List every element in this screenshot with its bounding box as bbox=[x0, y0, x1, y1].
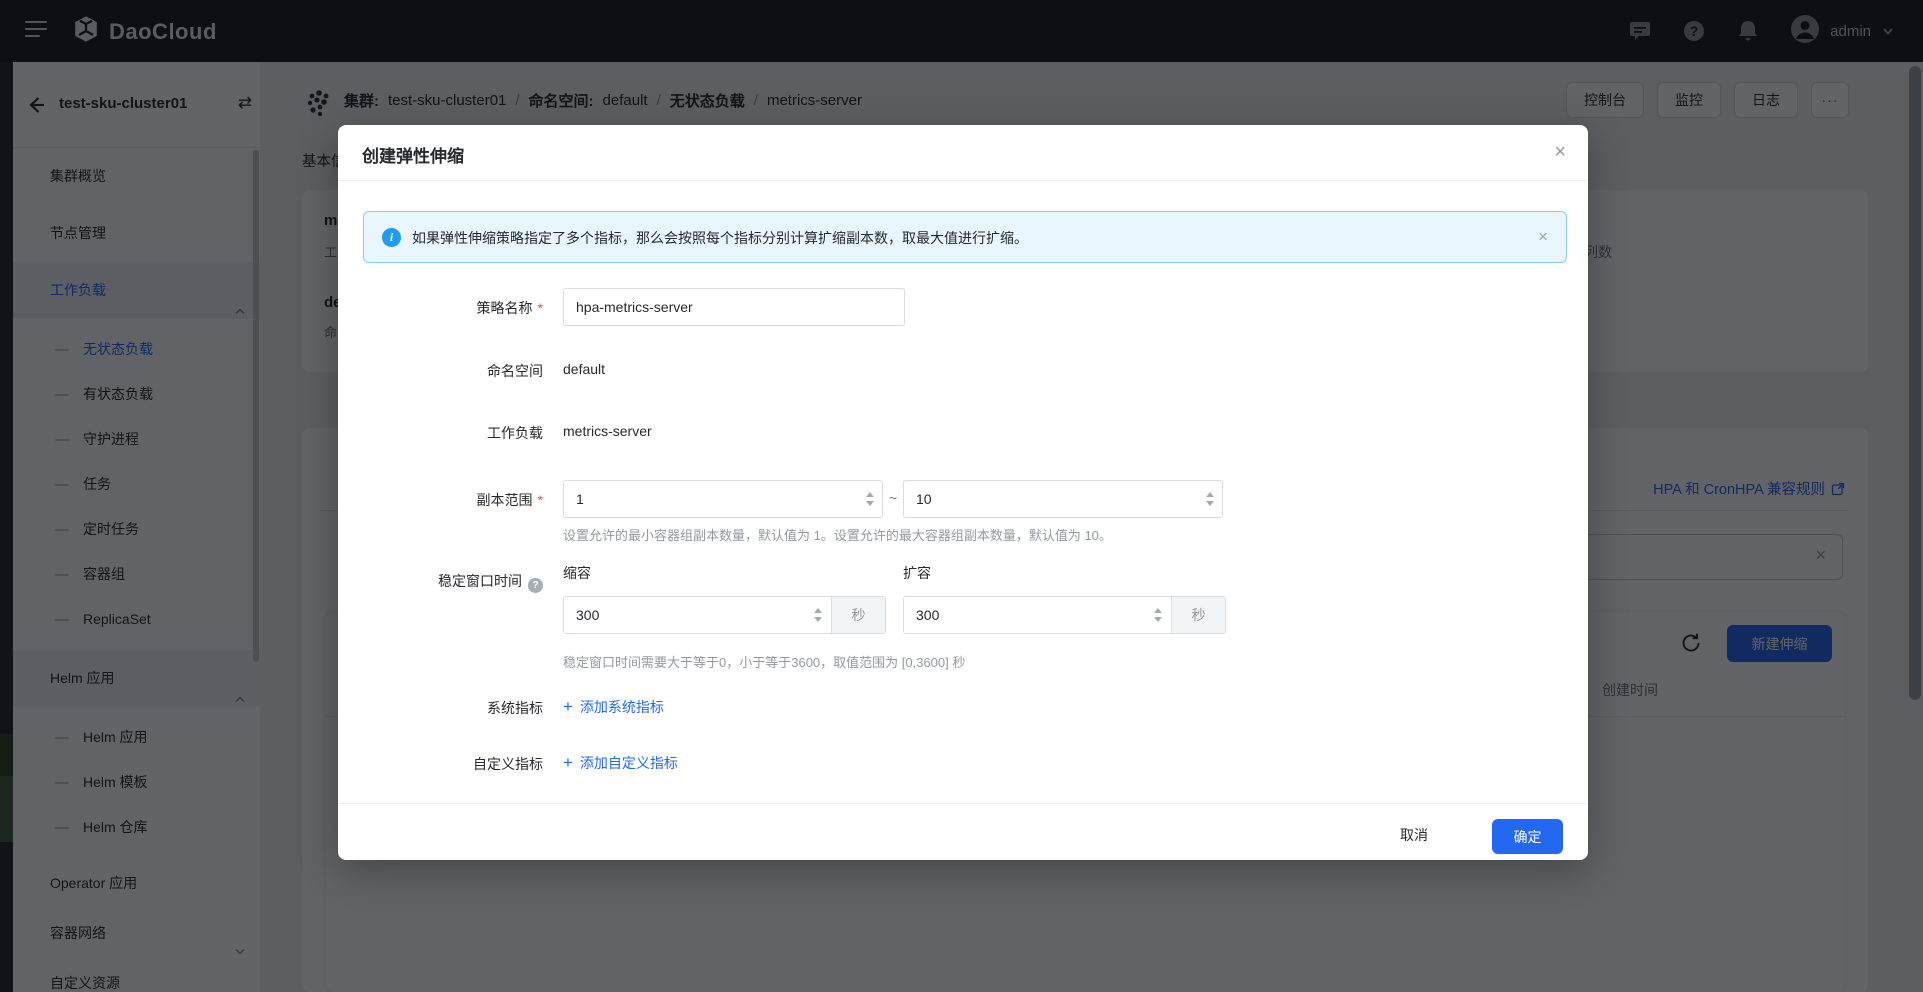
stepper-icons[interactable] bbox=[866, 492, 874, 506]
stepper-icons[interactable] bbox=[1206, 492, 1214, 506]
stable-window-label: 稳定窗口时间? bbox=[362, 571, 543, 593]
plus-icon: + bbox=[563, 700, 573, 714]
screen: DaoCloud ? admin bbox=[0, 0, 1923, 992]
info-banner: i 如果弹性伸缩策略指定了多个指标，那么会按照每个指标分别计算扩缩副本数，取最大… bbox=[363, 211, 1567, 263]
replica-min-field bbox=[563, 480, 883, 518]
help-circle-icon[interactable]: ? bbox=[528, 578, 543, 593]
replica-max-input[interactable] bbox=[903, 480, 1223, 518]
required-asterisk: * bbox=[538, 492, 543, 508]
range-tilde: ~ bbox=[889, 490, 897, 506]
stepper-icons[interactable] bbox=[1154, 608, 1162, 622]
workload-label: 工作负载 bbox=[362, 423, 543, 443]
required-asterisk: * bbox=[538, 300, 543, 316]
cancel-button[interactable]: 取消 bbox=[1400, 825, 1428, 845]
replica-min-input[interactable] bbox=[563, 480, 883, 518]
modal-title: 创建弹性伸缩 bbox=[362, 142, 464, 167]
scale-down-window-field: 秒 bbox=[563, 596, 886, 634]
seconds-unit: 秒 bbox=[1171, 597, 1225, 633]
seconds-unit: 秒 bbox=[831, 597, 885, 633]
modal-header: 创建弹性伸缩 × bbox=[338, 125, 1588, 181]
replica-max-field bbox=[903, 480, 1223, 518]
policy-name-input[interactable] bbox=[563, 288, 905, 326]
plus-icon: + bbox=[563, 756, 573, 770]
banner-close-icon[interactable]: × bbox=[1538, 227, 1548, 247]
namespace-value: default bbox=[563, 361, 605, 377]
replica-range-label: 副本范围* bbox=[362, 490, 543, 510]
modal-footer: 取消 确定 bbox=[338, 803, 1588, 860]
stable-window-help: 稳定窗口时间需要大于等于0，小于等于3600，取值范围为 [0,3600] 秒 bbox=[563, 652, 965, 671]
custom-metrics-label: 自定义指标 bbox=[362, 754, 543, 774]
workload-value: metrics-server bbox=[563, 423, 652, 439]
modal-close-icon[interactable]: × bbox=[1554, 140, 1566, 164]
scale-up-window-input[interactable] bbox=[904, 597, 1171, 633]
create-hpa-modal: 创建弹性伸缩 × i 如果弹性伸缩策略指定了多个指标，那么会按照每个指标分别计算… bbox=[338, 125, 1588, 860]
system-metrics-label: 系统指标 bbox=[362, 698, 543, 718]
scale-up-label: 扩容 bbox=[903, 563, 931, 583]
scale-up-window-field: 秒 bbox=[903, 596, 1226, 634]
confirm-button[interactable]: 确定 bbox=[1492, 819, 1563, 854]
policy-name-label: 策略名称* bbox=[362, 298, 543, 318]
info-banner-text: 如果弹性伸缩策略指定了多个指标，那么会按照每个指标分别计算扩缩副本数，取最大值进… bbox=[412, 228, 1028, 248]
add-system-metric-link[interactable]: + 添加系统指标 bbox=[563, 697, 664, 717]
namespace-label: 命名空间 bbox=[362, 361, 543, 381]
stepper-icons[interactable] bbox=[814, 608, 822, 622]
replica-range-help: 设置允许的最小容器组副本数量，默认值为 1。设置允许的最大容器组副本数量，默认值… bbox=[563, 525, 1112, 544]
add-custom-metric-link[interactable]: + 添加自定义指标 bbox=[563, 753, 678, 773]
scale-down-window-input[interactable] bbox=[564, 597, 831, 633]
scale-down-label: 缩容 bbox=[563, 563, 591, 583]
info-icon: i bbox=[382, 228, 401, 247]
